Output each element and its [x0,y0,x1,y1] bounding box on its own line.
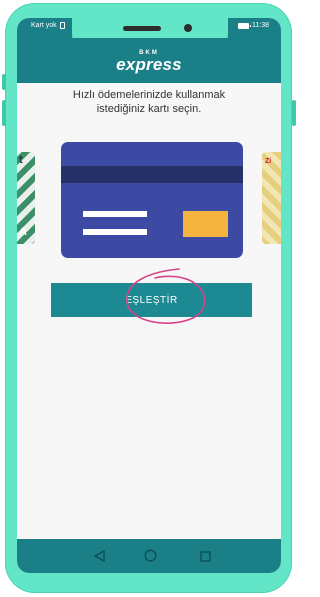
nav-recent-icon[interactable] [200,551,211,562]
prev-card-text-bottom: A [19,226,27,238]
android-nav-bar [17,539,281,573]
carrier-status: Kart yok [31,22,65,29]
volume-down-button [2,100,6,126]
card-carousel-next[interactable]: Zi [262,152,281,244]
next-card-brand: Zi [265,158,272,165]
carrier-text: Kart yok [31,22,57,29]
volume-up-button [2,74,6,90]
card-chip [183,211,228,237]
instruction-text: Hızlı ödemelerinizde kullanmak istediğin… [37,88,261,116]
bkm-express-logo: BKM express [17,50,281,74]
prev-card-text-top: t [19,154,23,166]
card-magnetic-stripe [61,166,243,183]
card-line-1 [83,211,147,217]
card-line-2 [83,229,147,235]
logo-express-text: express [116,55,182,74]
battery-icon [238,22,251,29]
speaker-icon [123,26,161,31]
clock: 11:38 [252,22,269,29]
card-carousel-prev[interactable]: t A [17,152,35,244]
phone-screen: Kart yok 11:38 BKM express Hızlı ödemele… [17,18,281,573]
camera-icon [184,24,192,32]
instruction-line-2: istediğiniz kartı seçin. [96,103,202,115]
nav-back-icon[interactable] [94,550,105,562]
instruction-line-1: Hızlı ödemelerinizde kullanmak [72,89,226,101]
selected-card[interactable] [61,142,243,258]
sim-icon [59,22,65,29]
status-right: 11:38 [238,22,269,29]
app-header: BKM express [17,38,281,83]
power-button [292,100,296,126]
nav-home-icon[interactable] [144,549,157,562]
pair-button[interactable]: EŞLEŞTİR [51,283,252,317]
